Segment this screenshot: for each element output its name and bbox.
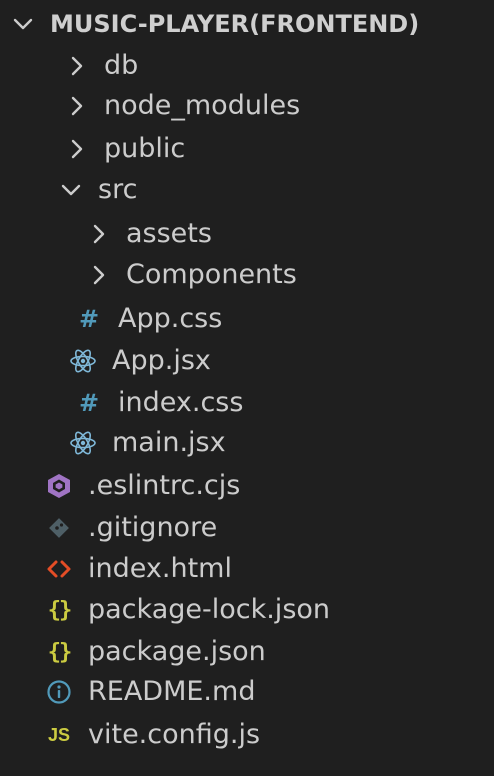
tree-item-label: App.jsx <box>112 345 211 376</box>
react-atom-icon <box>68 346 98 376</box>
css-hash-icon: # <box>78 389 100 417</box>
chevron-right-icon <box>86 221 112 247</box>
tree-item-app-css[interactable]: # App.css <box>74 299 494 339</box>
project-root-label: MUSIC-PLAYER(FRONTEND) <box>50 10 420 38</box>
tree-item-assets[interactable]: assets <box>86 214 494 254</box>
tree-item-vite-config[interactable]: JS vite.config.js <box>44 715 494 755</box>
css-hash-icon: # <box>78 305 100 333</box>
tree-item-label: index.html <box>88 553 232 584</box>
git-diamond-icon <box>44 513 74 543</box>
info-icon <box>44 677 74 707</box>
tree-item-label: db <box>104 50 139 81</box>
tree-item-public[interactable]: public <box>64 129 494 169</box>
tree-item-package-lock-json[interactable]: {} package-lock.json <box>44 590 494 630</box>
tree-item-label: vite.config.js <box>88 719 261 750</box>
tree-item-label: public <box>104 133 186 164</box>
javascript-icon: JS <box>47 724 71 745</box>
tree-item-eslintrc[interactable]: .eslintrc.cjs <box>44 466 494 506</box>
json-braces-icon: {} <box>47 597 72 623</box>
tree-item-gitignore[interactable]: .gitignore <box>44 508 494 548</box>
file-explorer: MUSIC-PLAYER(FRONTEND) db node_modules p… <box>0 0 494 776</box>
json-braces-icon: {} <box>47 639 72 665</box>
chevron-down-icon <box>10 11 36 37</box>
tree-item-label: main.jsx <box>112 427 226 458</box>
chevron-right-icon <box>86 262 112 288</box>
project-root-folder[interactable]: MUSIC-PLAYER(FRONTEND) <box>10 4 494 44</box>
chevron-right-icon <box>64 93 90 119</box>
chevron-right-icon <box>64 53 90 79</box>
tree-item-label: .gitignore <box>88 512 218 543</box>
tree-item-app-jsx[interactable]: App.jsx <box>68 341 494 381</box>
tree-item-label: node_modules <box>104 90 301 121</box>
tree-item-label: index.css <box>118 387 244 418</box>
tree-item-label: package.json <box>88 636 266 667</box>
tree-item-components[interactable]: Components <box>86 255 494 295</box>
tree-item-label: .eslintrc.cjs <box>88 470 241 501</box>
tree-item-node-modules[interactable]: node_modules <box>64 86 494 126</box>
tree-item-label: Components <box>126 259 297 290</box>
tree-item-src[interactable]: src <box>58 170 494 210</box>
tree-item-index-css[interactable]: # index.css <box>74 383 494 423</box>
tree-item-db[interactable]: db <box>64 46 494 86</box>
chevron-right-icon <box>64 136 90 162</box>
chevron-down-icon <box>58 177 84 203</box>
tree-item-index-html[interactable]: index.html <box>44 549 494 589</box>
tree-item-label: README.md <box>88 676 256 707</box>
tree-item-main-jsx[interactable]: main.jsx <box>68 423 494 463</box>
react-atom-icon <box>68 428 98 458</box>
tree-item-package-json[interactable]: {} package.json <box>44 632 494 672</box>
tree-item-label: src <box>98 174 138 205</box>
html-brackets-icon <box>44 554 74 584</box>
tree-item-label: App.css <box>118 303 223 334</box>
tree-item-label: assets <box>126 218 212 249</box>
eslint-hexagon-icon <box>44 471 74 501</box>
tree-item-label: package-lock.json <box>88 594 331 625</box>
tree-item-readme[interactable]: README.md <box>44 672 494 712</box>
